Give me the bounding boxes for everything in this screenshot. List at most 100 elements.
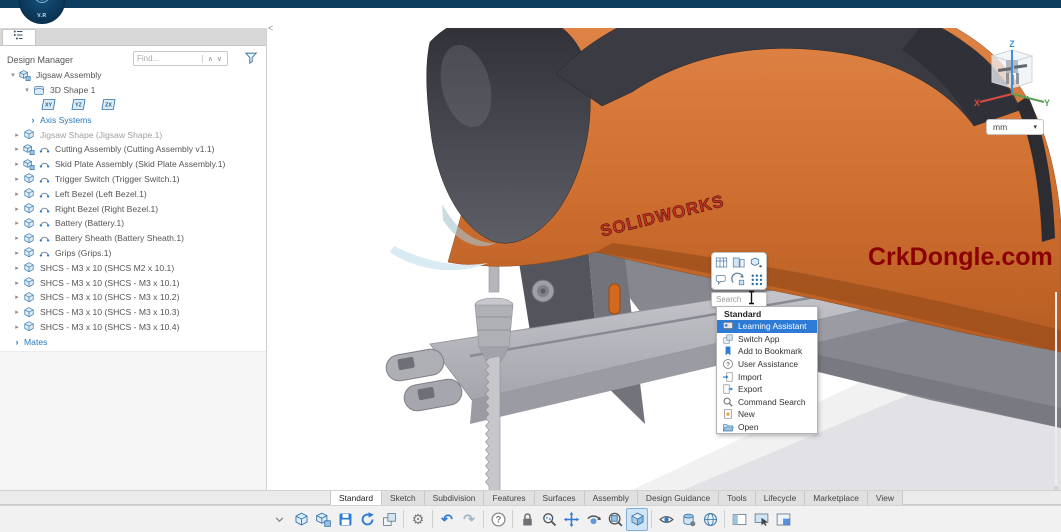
tree-item-battery[interactable]: ▸ Battery (Battery.1)	[0, 216, 264, 231]
panel-collapse-handle[interactable]: <	[268, 23, 273, 33]
gear-button[interactable]: ⚙	[407, 508, 429, 531]
collapsed-arrow-icon[interactable]: ›	[28, 115, 38, 125]
menu-item-switch-app[interactable]: Switch App	[717, 333, 817, 346]
panel-left-button[interactable]	[728, 508, 750, 531]
collapsed-arrow-icon[interactable]: ▸	[12, 308, 22, 316]
menu-item-add-to-bookmark[interactable]: Add to Bookmark	[717, 345, 817, 358]
tab-sketch[interactable]: Sketch	[382, 491, 425, 505]
menu-item-open[interactable]: Open	[717, 421, 817, 434]
redo-button[interactable]: ↷	[458, 508, 480, 531]
insert-table-icon[interactable]	[714, 255, 729, 270]
tree-item-skid-plate-assembly[interactable]: ▸ Skid Plate Assembly (Skid Plate Assembl…	[0, 157, 264, 172]
tree-item-right-bezel[interactable]: ▸ Right Bezel (Right Bezel.1)	[0, 201, 264, 216]
tree-item-jigsaw-shape[interactable]: ▸ Jigsaw Shape (Jigsaw Shape.1)	[0, 127, 264, 142]
zoom-button[interactable]	[538, 508, 560, 531]
eye-button[interactable]	[655, 508, 677, 531]
tree-item-grips[interactable]: ▸ Grips (Grips.1)	[0, 246, 264, 261]
tree-item-battery-sheath[interactable]: ▸ Battery Sheath (Battery Sheath.1)	[0, 231, 264, 246]
help-button[interactable]: ?	[487, 508, 509, 531]
filter-funnel-icon[interactable]	[243, 50, 259, 66]
tree-item-planes[interactable]: XY YZ ZX	[0, 98, 264, 113]
collapsed-arrow-icon[interactable]: ▸	[12, 323, 22, 331]
view-cube-button[interactable]	[626, 507, 648, 531]
panel-grid-button[interactable]	[772, 508, 794, 531]
plane-xy-icon[interactable]: XY	[40, 98, 57, 111]
split-view-icon[interactable]	[731, 255, 746, 270]
tree-item-shcs-m3-x-10[interactable]: ▸ SHCS - M3 x 10 (SHCS - M3 x 10.1)	[0, 275, 264, 290]
expanded-arrow-icon[interactable]: ▾	[22, 86, 32, 94]
collapsed-arrow-icon[interactable]: ▸	[12, 205, 22, 213]
tab-design-manager[interactable]	[2, 29, 36, 45]
lock-button[interactable]	[516, 508, 538, 531]
tab-subdivision[interactable]: Subdivision	[424, 491, 485, 505]
find-input[interactable]: Find... | ∧ ∨	[133, 51, 228, 66]
collapsed-arrow-icon[interactable]: ▸	[12, 131, 22, 139]
tab-surfaces[interactable]: Surfaces	[534, 491, 585, 505]
section-button[interactable]	[677, 508, 699, 531]
tab-assembly[interactable]: Assembly	[584, 491, 638, 505]
collapsed-arrow-icon[interactable]: ▸	[12, 219, 22, 227]
collapsed-arrow-icon[interactable]: ▸	[12, 279, 22, 287]
menu-item-learning-assistant[interactable]: Learning Assistant	[717, 320, 817, 333]
tree-item-shcs-m3-x-10[interactable]: ▸ SHCS - M3 x 10 (SHCS - M3 x 10.4)	[0, 320, 264, 335]
compass-logo[interactable]: V.R	[19, 0, 65, 24]
pattern-icon[interactable]	[749, 272, 764, 287]
panel-pointer-button[interactable]	[750, 508, 772, 531]
menu-item-export[interactable]: Export	[717, 383, 817, 396]
undo-button[interactable]: ↶	[436, 508, 458, 531]
collapsed-arrow-icon[interactable]: ▸	[12, 190, 22, 198]
find-prev-button[interactable]: ∧	[208, 55, 213, 63]
tree-item-3d-shape-1[interactable]: ▾ 3D Shape 1	[0, 83, 264, 98]
annotation-icon[interactable]	[714, 272, 729, 287]
collapsed-arrow-icon[interactable]: ▸	[12, 234, 22, 242]
menu-item-import[interactable]: Import	[717, 370, 817, 383]
tab-view[interactable]: View	[867, 491, 903, 505]
assembly-button[interactable]	[312, 508, 334, 531]
pan-button[interactable]	[560, 508, 582, 531]
globe-button[interactable]	[699, 508, 721, 531]
collapsed-arrow-icon[interactable]: ▸	[12, 249, 22, 257]
tab-design-guidance[interactable]: Design Guidance	[637, 491, 720, 505]
sync-button[interactable]	[356, 508, 378, 531]
menu-item-command-search[interactable]: Command Search	[717, 396, 817, 409]
chevron-down-button[interactable]	[268, 508, 290, 531]
tree-item-mates[interactable]: › Mates	[0, 334, 264, 349]
menu-item-user-assistance[interactable]: ? User Assistance	[717, 358, 817, 371]
tab-tools[interactable]: Tools	[719, 491, 756, 505]
tree-item-jigsaw-assembly[interactable]: ▾ Jigsaw Assembly	[0, 68, 264, 83]
collapsed-arrow-icon[interactable]: ▸	[12, 145, 22, 153]
tree-item-shcs-m3-x-10[interactable]: ▸ SHCS - M3 x 10 (SHCS - M3 x 10.3)	[0, 305, 264, 320]
switch-app-button[interactable]	[378, 508, 400, 531]
tab-marketplace[interactable]: Marketplace	[805, 491, 868, 505]
units-dropdown[interactable]: mm ▾	[986, 119, 1044, 135]
command-search-input[interactable]: Search	[711, 292, 767, 307]
save-button[interactable]	[334, 508, 356, 531]
insert-component-icon[interactable]	[749, 255, 764, 270]
tree-item-shcs-m3-x-10[interactable]: ▸ SHCS - M3 x 10 (SHCS - M3 x 10.2)	[0, 290, 264, 305]
view-orientation-triad[interactable]: Z X Y	[968, 38, 1054, 122]
collapsed-arrow-icon[interactable]: ▸	[12, 160, 22, 168]
zoom-fit-button[interactable]	[604, 508, 626, 531]
collapsed-arrow-icon[interactable]: ›	[12, 337, 22, 347]
find-next-button[interactable]: ∨	[217, 55, 222, 63]
measure-icon[interactable]	[731, 272, 746, 287]
instance-link-icon	[38, 247, 51, 259]
collapsed-arrow-icon[interactable]: ▸	[12, 264, 22, 272]
part-button[interactable]	[290, 508, 312, 531]
tab-lifecycle[interactable]: Lifecycle	[755, 491, 806, 505]
plane-yz-icon[interactable]: YZ	[70, 98, 87, 111]
expanded-arrow-icon[interactable]: ▾	[8, 71, 18, 79]
rotate-button[interactable]	[582, 508, 604, 531]
menu-item-new[interactable]: New	[717, 408, 817, 421]
tree-item-cutting-assembly[interactable]: ▸ Cutting Assembly (Cutting Assembly v1.1…	[0, 142, 264, 157]
tree-item-left-bezel[interactable]: ▸ Left Bezel (Left Bezel.1)	[0, 186, 264, 201]
plane-zx-icon[interactable]: ZX	[100, 98, 117, 111]
tree-item-trigger-switch[interactable]: ▸ Trigger Switch (Trigger Switch.1)	[0, 172, 264, 187]
tree-item-shcs-m3-x-10[interactable]: ▸ SHCS - M3 x 10 (SHCS M2 x 10.1)	[0, 260, 264, 275]
tab-standard[interactable]: Standard	[330, 491, 382, 505]
tree-item-axis-systems[interactable]: › Axis Systems	[0, 112, 264, 127]
collapsed-arrow-icon[interactable]: ▸	[12, 293, 22, 301]
collapsed-arrow-icon[interactable]: ▸	[12, 175, 22, 183]
tab-features[interactable]: Features	[484, 491, 535, 505]
viewport-scrollbar[interactable]	[1055, 292, 1057, 504]
